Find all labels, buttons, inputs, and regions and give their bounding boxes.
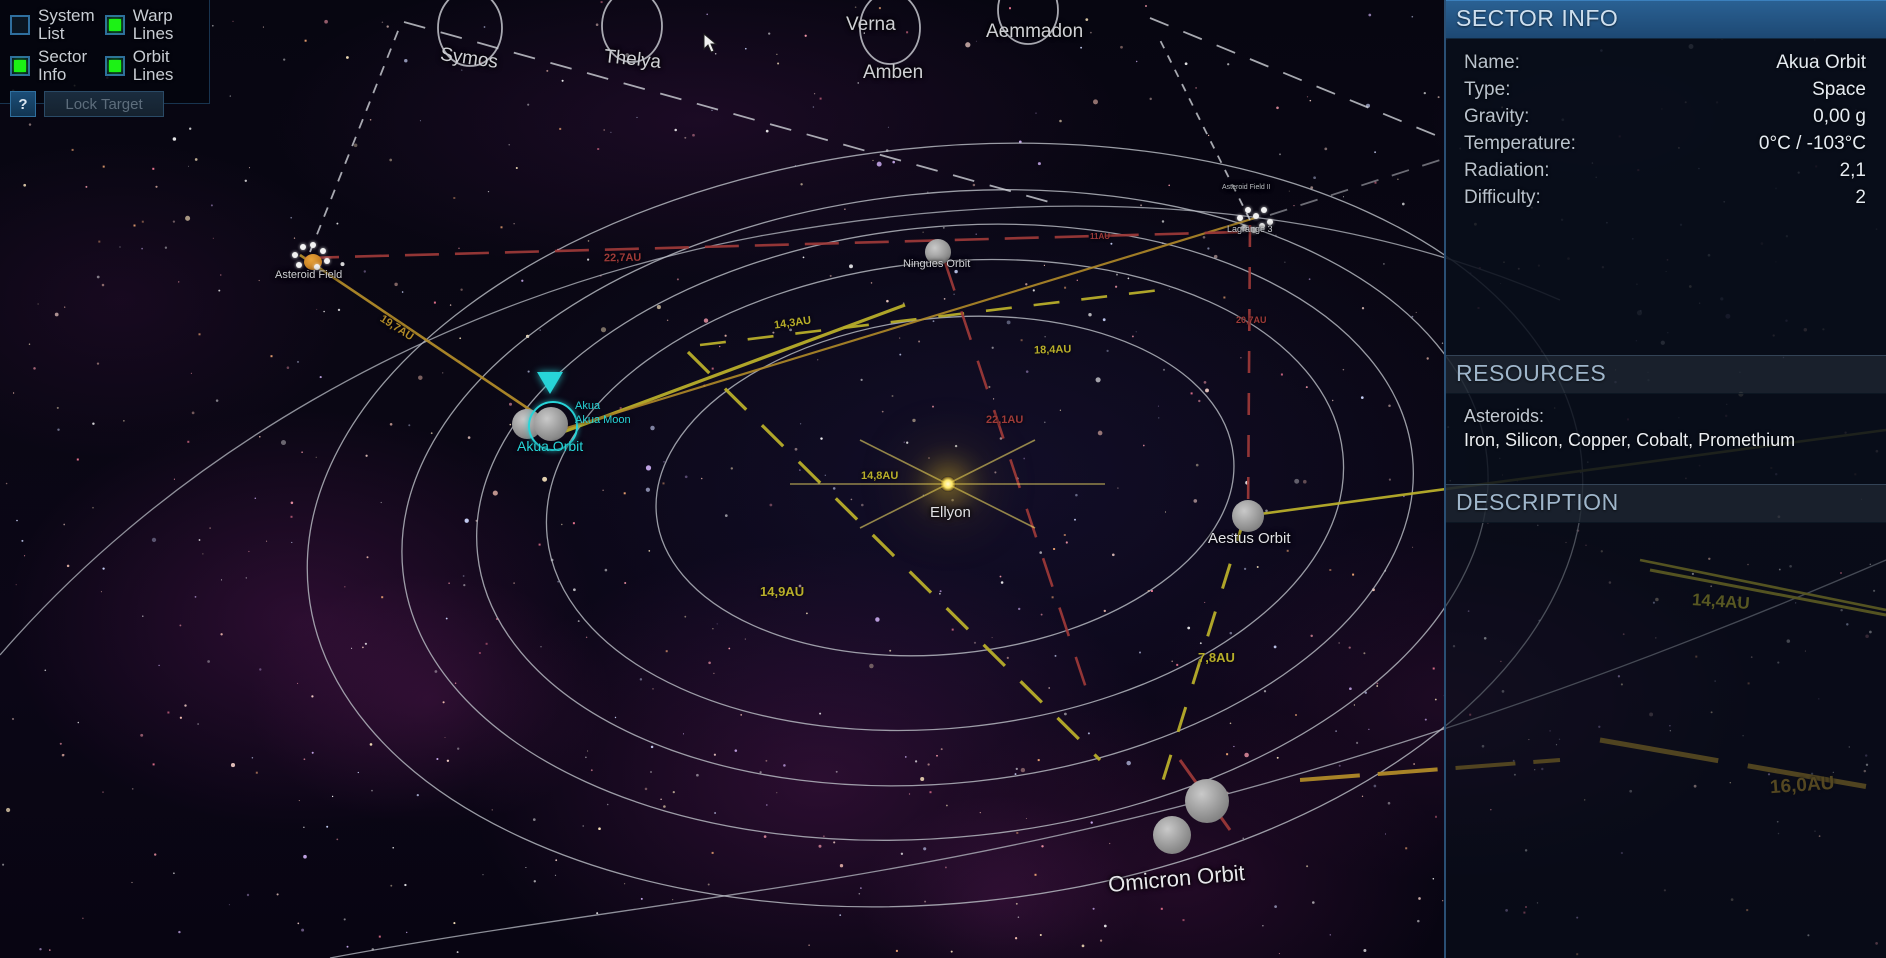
asteroid-rock [292,252,298,258]
lock-target-button[interactable]: Lock Target [44,91,164,117]
sector-info-body: Name: Akua Orbit Type: Space Gravity: 0,… [1446,39,1886,355]
asteroid-rock [300,244,306,250]
asteroid-rock [1261,207,1267,213]
sector-info-key: Name: [1464,52,1520,73]
star-ellyon[interactable] [940,476,956,492]
asteroid-rock [320,248,326,254]
sector-info-value: Space [1812,79,1866,100]
selection-ring-akua [528,401,578,451]
asteroid-rock [324,258,330,264]
checkbox-sector-info[interactable] [10,56,30,76]
sector-info-row-gravity: Gravity: 0,00 g [1464,103,1866,130]
asteroid-rock [1253,213,1259,219]
controls-button-row: ? Lock Target [10,91,209,117]
star-map-screen: Ellyon Akua Akua Moon Akua Orbit Ningues… [0,0,1886,958]
toggle-system-list-label: System List [38,6,95,43]
asteroid-rock [314,264,320,270]
sector-info-value: 2 [1855,187,1866,208]
asteroid-rock [296,262,302,268]
checkbox-system-list[interactable] [10,15,30,35]
sector-info-row-name: Name: Akua Orbit [1464,49,1866,76]
sector-info-key: Gravity: [1464,106,1530,127]
sector-info-row-type: Type: Space [1464,76,1866,103]
description-header: DESCRIPTION [1446,484,1886,523]
resources-list: Iron, Silicon, Copper, Cobalt, Promethiu… [1464,430,1796,450]
map-controls-columns: System List Sector Info Warp Lines Orbit… [10,7,209,89]
planet-omicron-b[interactable] [1153,816,1191,854]
checkbox-warp-lines[interactable] [104,15,125,35]
toggle-warp-lines[interactable]: Warp Lines [104,6,209,43]
help-button[interactable]: ? [10,91,36,117]
sector-info-key: Difficulty: [1464,187,1541,208]
sector-info-value: 2,1 [1839,160,1866,181]
asteroid-rock [1251,227,1257,233]
map-controls-column-right: Warp Lines Orbit Lines [104,6,209,89]
asteroid-rock [1267,219,1273,225]
sector-info-row-difficulty: Difficulty: 2 [1464,184,1866,211]
asteroid-rock [1237,215,1243,221]
asteroid-rock [1259,223,1265,229]
toggle-sector-info-label: Sector Info [38,47,88,84]
sector-info-key: Radiation: [1464,160,1550,181]
sector-info-value: Akua Orbit [1776,52,1866,73]
asteroid-field-left[interactable] [290,240,334,274]
description-body [1446,523,1886,958]
checkbox-orbit-lines[interactable] [104,56,125,76]
sector-info-header: SECTOR INFO [1446,0,1886,39]
toggle-warp-lines-label: Warp Lines [132,6,174,43]
planet-ningues[interactable] [925,239,951,265]
asteroid-field-right[interactable] [1235,205,1275,237]
asteroid-rock [1241,225,1247,231]
sector-info-row-temperature: Temperature: 0°C / -103°C [1464,130,1866,157]
planet-aestus[interactable] [1232,500,1264,532]
planet-omicron-a[interactable] [1185,779,1229,823]
sector-info-row-radiation: Radiation: 2,1 [1464,157,1866,184]
asteroid-rock [1245,207,1251,213]
sector-info-key: Temperature: [1464,133,1576,154]
map-controls-column-left: System List Sector Info [10,7,105,89]
sector-info-spacer [1464,211,1866,341]
map-controls-panel: System List Sector Info Warp Lines Orbit… [0,0,210,117]
sector-info-key: Type: [1464,79,1511,100]
asteroid-rock [310,242,316,248]
resources-category-label: Asteroids: [1464,406,1545,426]
selection-arrow [537,372,563,394]
resources-body: Asteroids: Iron, Silicon, Copper, Cobalt… [1446,394,1886,484]
toggle-sector-info[interactable]: Sector Info [10,48,105,84]
toggle-system-list[interactable]: System List [10,7,105,43]
resources-header: RESOURCES [1446,355,1886,394]
toggle-orbit-lines[interactable]: Orbit Lines [104,47,209,84]
sector-info-sidebar: SECTOR INFO Name: Akua Orbit Type: Space… [1444,0,1886,958]
sector-info-value: 0,00 g [1813,106,1866,127]
toggle-orbit-lines-label: Orbit Lines [132,47,174,84]
sector-info-value: 0°C / -103°C [1758,133,1866,154]
